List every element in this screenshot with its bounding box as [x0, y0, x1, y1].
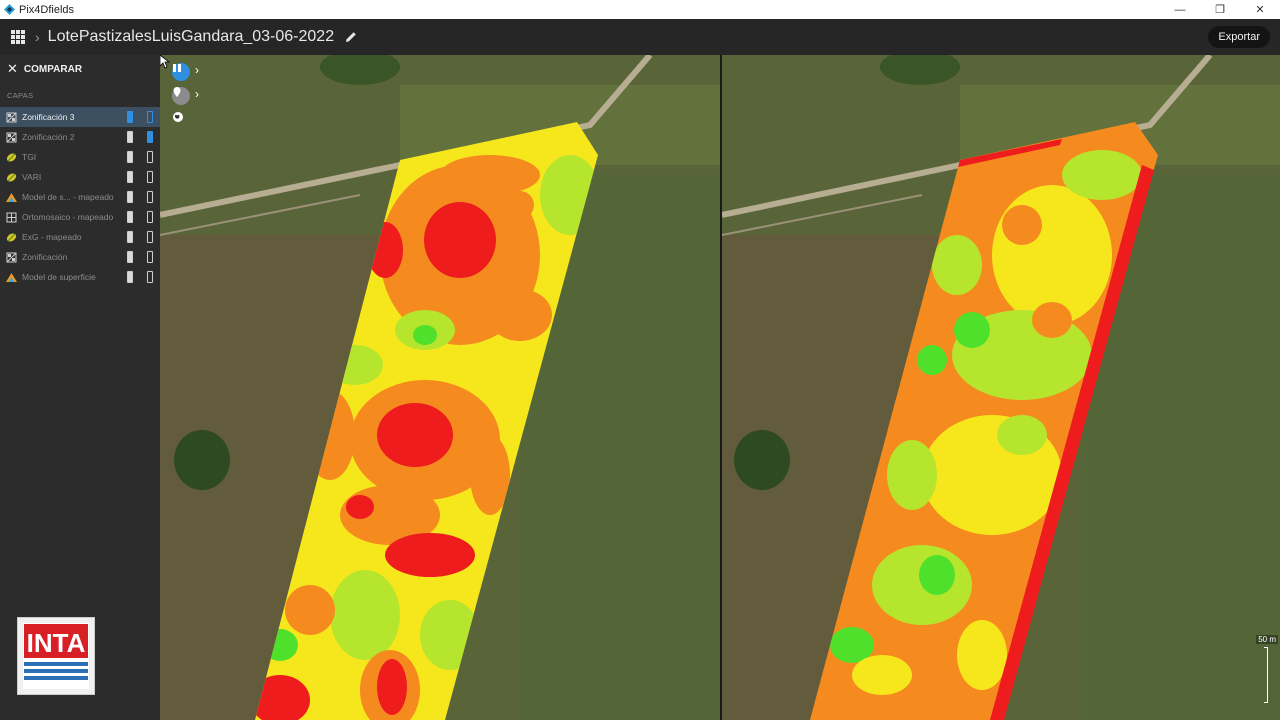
basemap-button[interactable] [172, 111, 190, 129]
compare-header: ✕ COMPARAR [0, 55, 160, 83]
minimize-button[interactable]: — [1160, 0, 1200, 19]
surface-model-icon [6, 272, 17, 283]
layer-label: ExG - mapeado [22, 232, 82, 242]
globe-icon [173, 112, 183, 122]
map-pane-right[interactable]: 50 m [722, 55, 1280, 720]
pix4d-app-icon [4, 4, 15, 15]
layer-list: Zonificación 3 Zonificación 2 TGI VARI Model… [0, 107, 160, 287]
surface-model-icon [6, 192, 17, 203]
layers-section-label: CAPAS [7, 91, 34, 100]
left-pane-visibility-toggle[interactable] [127, 131, 133, 143]
logo-text: INTA [27, 628, 86, 658]
chevron-right-icon[interactable]: › [195, 63, 199, 77]
right-pane-visibility-toggle[interactable] [147, 151, 153, 163]
map-pane-left[interactable]: › › [160, 55, 720, 720]
compare-label: COMPARAR [23, 63, 83, 75]
zoning-icon [6, 132, 17, 143]
layer-item[interactable]: Zonificación 2 [0, 127, 160, 147]
layer-label: Ortomosaico - mapeado [22, 212, 114, 222]
layer-item[interactable]: Model de s... - mapeado [0, 187, 160, 207]
location-button[interactable] [172, 87, 190, 105]
map-pin-icon [173, 87, 181, 97]
index-leaf-icon [6, 172, 17, 183]
zoning-icon [6, 252, 17, 263]
split-view-icon [173, 64, 181, 72]
project-title: LotePastizalesLuisGandara_03-06-2022 [47, 28, 335, 45]
chevron-right-icon[interactable]: › [195, 87, 199, 101]
chevron-right-icon: › [35, 29, 40, 45]
right-pane-visibility-toggle[interactable] [147, 191, 153, 203]
layer-label: Model de s... - mapeado [22, 192, 114, 202]
right-pane-visibility-toggle[interactable] [147, 111, 153, 123]
layer-label: Zonificación 3 [22, 112, 75, 122]
left-pane-visibility-toggle[interactable] [127, 211, 133, 223]
compare-split-button[interactable] [172, 63, 190, 81]
pencil-edit-icon[interactable] [344, 30, 358, 44]
right-pane-visibility-toggle[interactable] [147, 271, 153, 283]
left-map-canvas [160, 55, 720, 720]
layer-item[interactable]: VARI [0, 167, 160, 187]
restore-button[interactable]: ❐ [1200, 0, 1240, 19]
window-title: Pix4Dfields [19, 3, 75, 16]
left-pane-visibility-toggle[interactable] [127, 111, 133, 123]
close-window-button[interactable]: ✕ [1240, 0, 1280, 19]
left-pane-visibility-toggle[interactable] [127, 191, 133, 203]
layer-label: Model de superficie [22, 272, 96, 282]
right-map-canvas [722, 55, 1280, 720]
left-pane-visibility-toggle[interactable] [127, 171, 133, 183]
layer-item[interactable]: Model de superficie [0, 267, 160, 287]
scale-label: 50 m [1256, 635, 1278, 644]
right-pane-visibility-toggle[interactable] [147, 171, 153, 183]
layer-label: VARI [22, 172, 42, 182]
zoning-icon [6, 112, 17, 123]
layer-item[interactable]: Zonificación 3 [0, 107, 160, 127]
left-pane-visibility-toggle[interactable] [127, 231, 133, 243]
index-leaf-icon [6, 152, 17, 163]
layer-label: Zonificación 2 [22, 132, 75, 142]
index-leaf-icon [6, 232, 17, 243]
right-pane-visibility-toggle[interactable] [147, 251, 153, 263]
right-pane-visibility-toggle[interactable] [147, 231, 153, 243]
layer-item[interactable]: ExG - mapeado [0, 227, 160, 247]
right-pane-visibility-toggle[interactable] [147, 211, 153, 223]
app-header: › LotePastizalesLuisGandara_03-06-2022 E… [0, 19, 1280, 55]
layer-label: TGI [22, 152, 37, 162]
right-pane-visibility-toggle[interactable] [147, 131, 153, 143]
close-compare-icon[interactable]: ✕ [7, 61, 18, 77]
os-titlebar: Pix4Dfields — ❐ ✕ [0, 0, 1280, 19]
left-pane-visibility-toggle[interactable] [127, 271, 133, 283]
layers-sidebar: ✕ COMPARAR CAPAS Zonificación 3 Zonificac… [0, 55, 160, 720]
orthomosaic-icon [6, 212, 17, 223]
scale-bar [1264, 647, 1268, 703]
apps-grid-icon[interactable] [11, 30, 25, 44]
mouse-cursor-icon [160, 55, 170, 69]
left-pane-visibility-toggle[interactable] [127, 251, 133, 263]
export-button[interactable]: Exportar [1208, 26, 1270, 48]
layer-item[interactable]: Ortomosaico - mapeado [0, 207, 160, 227]
layer-item[interactable]: Zonificación [0, 247, 160, 267]
layer-label: Zonificación [22, 252, 68, 262]
inta-logo: INTA [17, 617, 95, 695]
left-pane-visibility-toggle[interactable] [127, 151, 133, 163]
layer-item[interactable]: TGI [0, 147, 160, 167]
